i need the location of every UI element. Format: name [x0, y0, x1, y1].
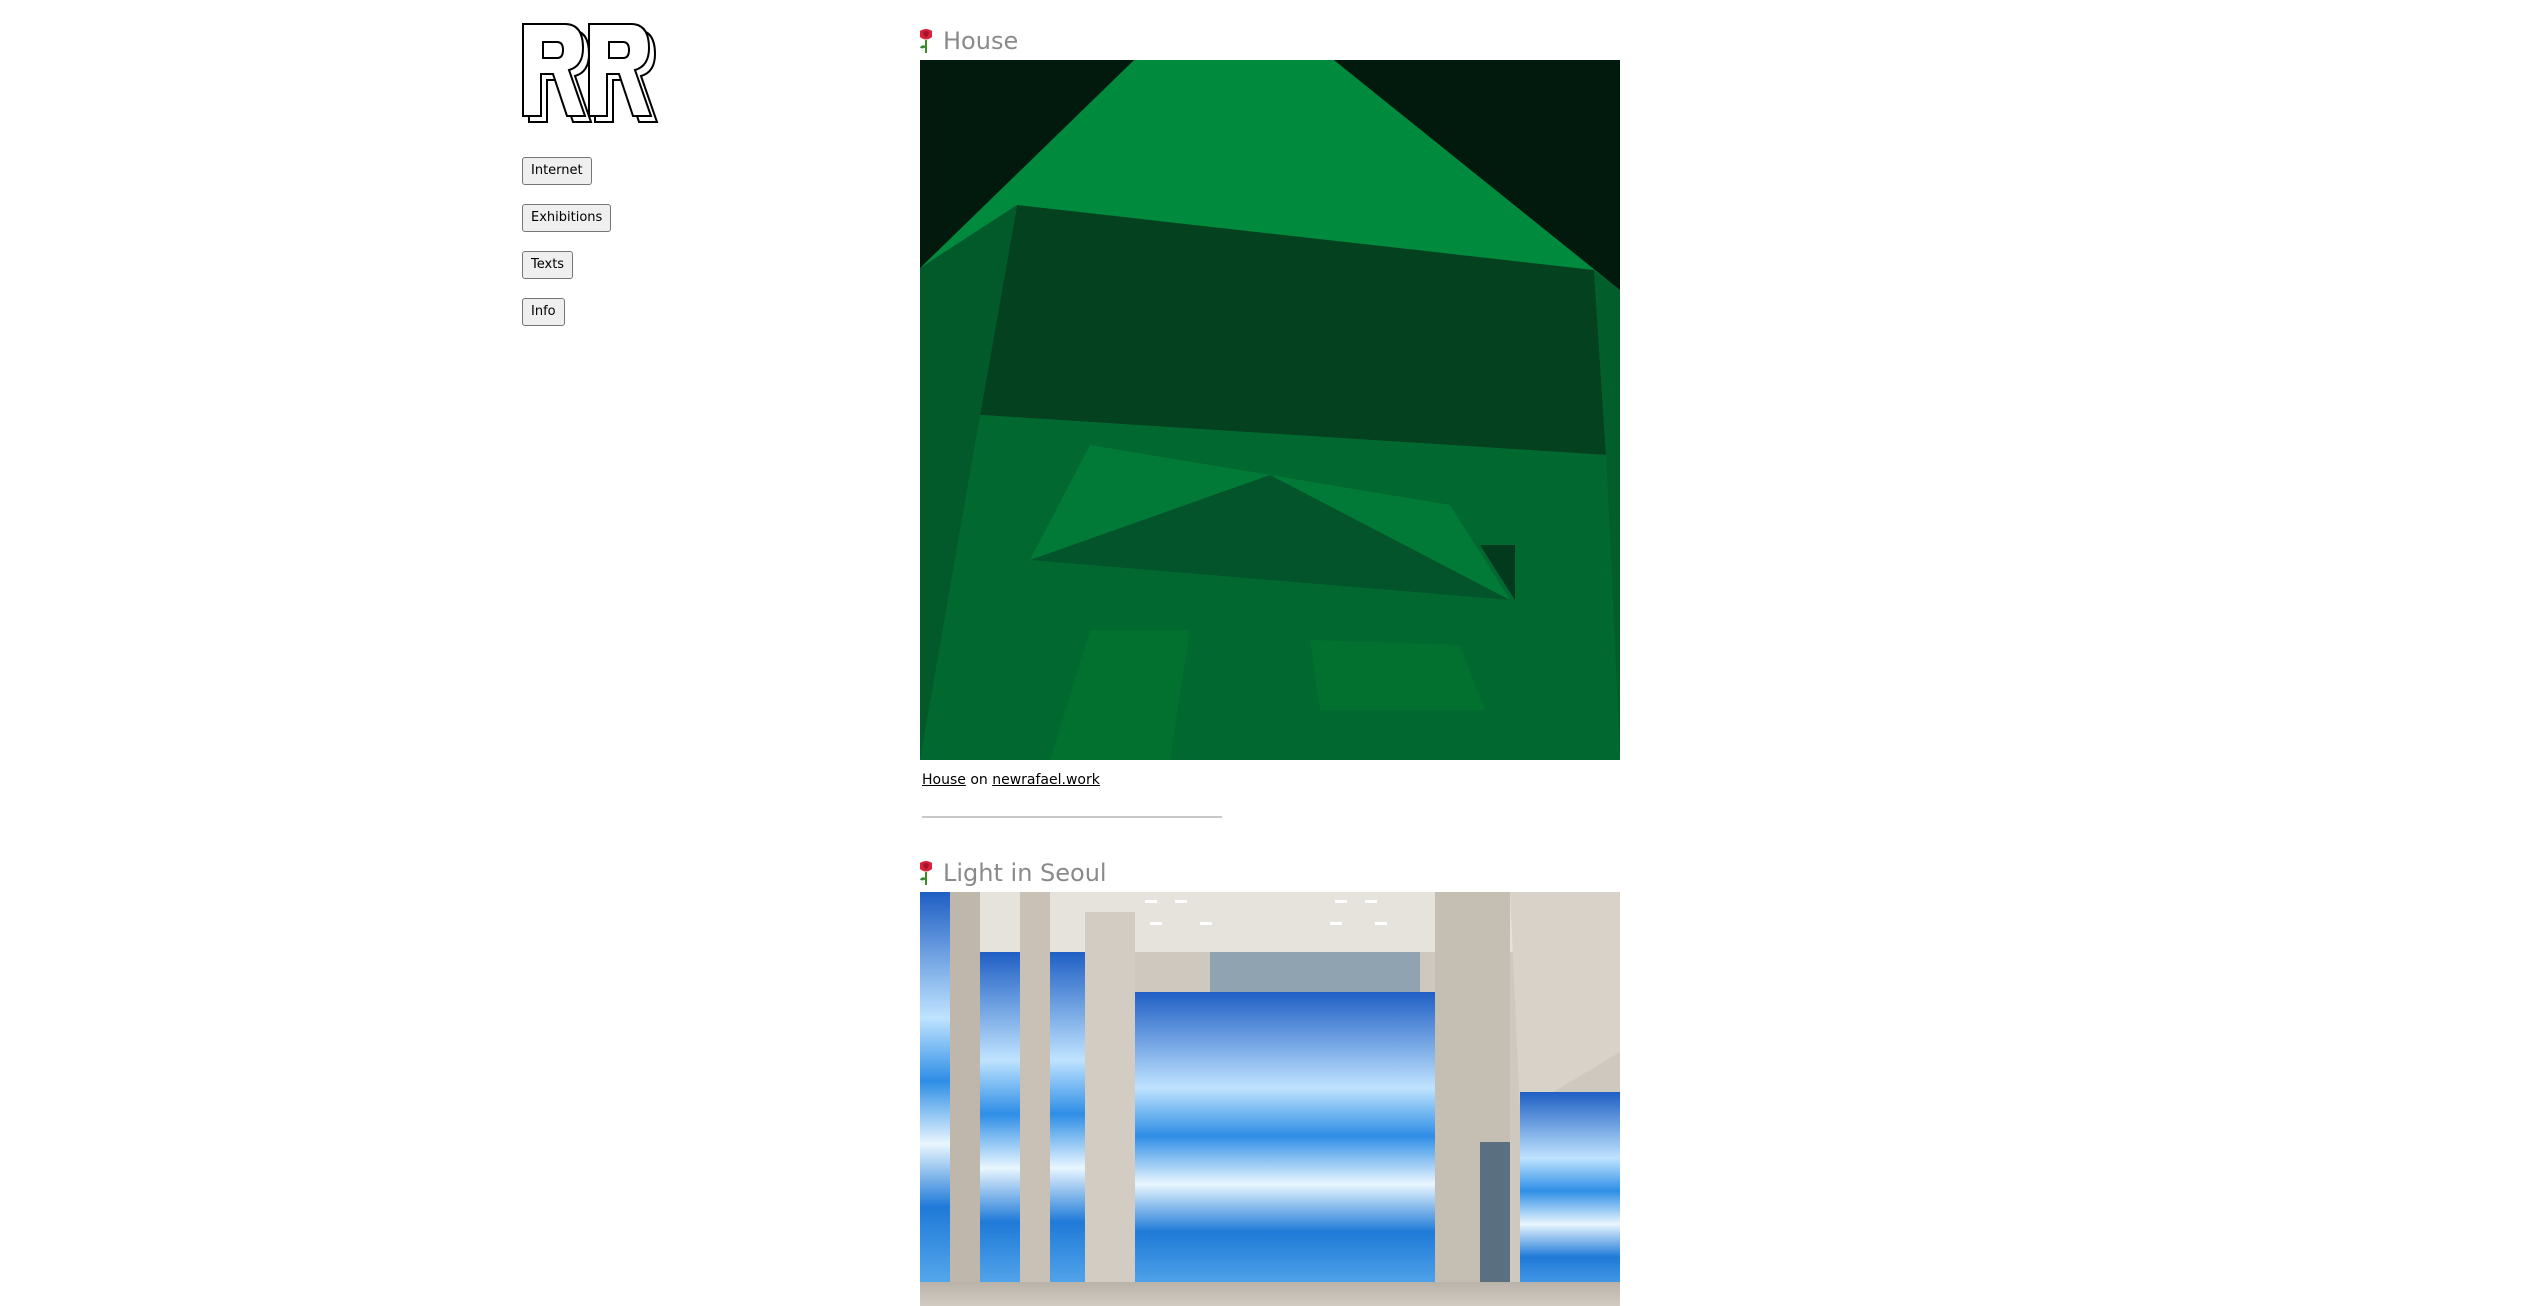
nav-internet-button[interactable]: Internet: [522, 157, 592, 185]
rose-icon: [920, 861, 932, 885]
post-light-in-seoul: Light in Seoul: [920, 854, 1622, 1306]
post-title: Light in Seoul: [920, 854, 1622, 892]
post-house: House House on newrafael.work: [920, 22, 1622, 818]
nav-info-button[interactable]: Info: [522, 298, 565, 326]
post-caption: House on newrafael.work: [922, 772, 1622, 788]
nav-texts-button[interactable]: Texts: [522, 251, 574, 279]
page: Internet Exhibitions Texts Info House Ho…: [0, 0, 2541, 1306]
post-title: House: [920, 22, 1622, 60]
post-title-text[interactable]: Light in Seoul: [943, 859, 1107, 887]
caption-separator: on: [965, 772, 993, 788]
nav-exhibitions-button[interactable]: Exhibitions: [522, 204, 612, 232]
post-divider: [922, 816, 1222, 818]
house-link[interactable]: House: [922, 772, 966, 788]
post-title-text[interactable]: House: [943, 27, 1018, 55]
rr-logo[interactable]: [519, 22, 659, 127]
site-link[interactable]: newrafael.work: [992, 772, 1100, 788]
rose-icon: [920, 29, 932, 53]
light-in-seoul-image[interactable]: [920, 892, 1620, 1306]
house-artwork-image[interactable]: [920, 60, 1620, 760]
